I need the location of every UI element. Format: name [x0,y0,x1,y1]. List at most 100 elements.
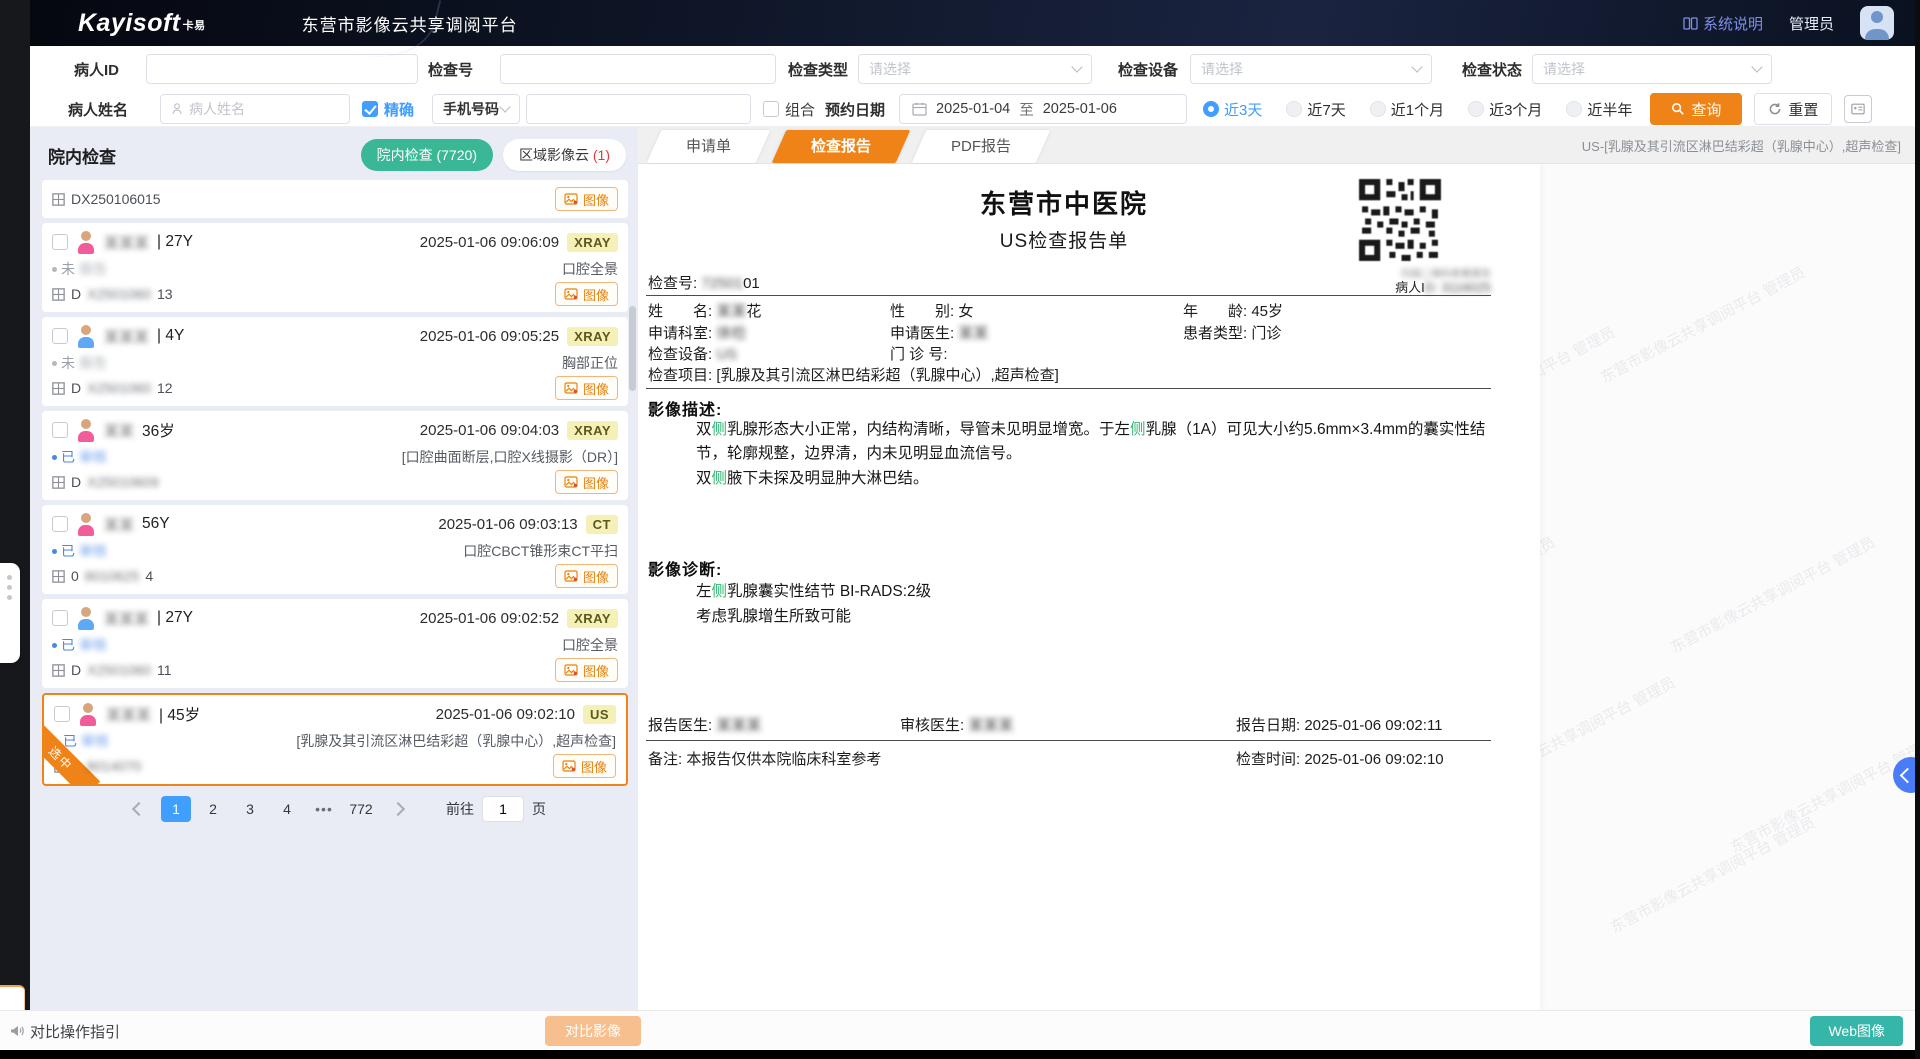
exam-description: [口腔曲面断层,口腔X线摄影（DR）] [117,447,618,467]
quick-range-option-0[interactable]: 近3天 [1203,99,1262,120]
next-page-button[interactable] [383,796,413,822]
prev-page-button[interactable] [124,796,154,822]
grid-icon [52,382,65,395]
top-navbar: Kayisoft卡易 东营市影像云共享调阅平台 系统说明 管理员 [0,0,1920,46]
image-icon [564,664,578,676]
report-tab-0[interactable]: 申请单 [654,130,763,163]
item-checkbox[interactable] [52,516,68,532]
image-button[interactable]: 图像 [555,282,618,306]
exam-id: DX25010609 [52,474,165,490]
page-button-4[interactable]: 4 [272,796,302,822]
image-button[interactable]: 图像 [555,658,618,682]
exam-list-item[interactable]: 某某某 | 27Y 2025-01-06 09:02:52 XRAY 已审核 口… [42,599,628,688]
phone-field-select[interactable]: 手机号码 [432,94,520,124]
system-help-link[interactable]: 系统说明 [1683,13,1763,34]
report-tab-1[interactable]: 检查报告 [779,130,903,163]
exam-list-item[interactable]: 选中 某某某 | 45岁 2025-01-06 09:02:10 US 已审核 … [42,693,628,786]
current-user-name[interactable]: 管理员 [1789,13,1834,34]
goto-label: 前往 [446,799,474,819]
patient-name-blurred: 某某某 [104,608,149,629]
web-image-button[interactable]: Web图像 [1810,1016,1903,1046]
field-doctor: 申请医生: 某某 [890,322,988,343]
date-from-value[interactable]: 2025-01-04 [936,101,1010,117]
page-button-1[interactable]: 1 [161,796,191,822]
report-page: 东营市中医院 US检查报告单 [638,164,1540,1010]
exam-datetime: 2025-01-06 09:04:03 [420,422,559,439]
chevron-left-icon [132,802,146,816]
image-icon [562,760,576,772]
item-checkbox[interactable] [52,610,68,626]
exact-match-checkbox[interactable] [362,101,378,117]
person-icon [171,103,183,115]
image-button[interactable]: 图像 [555,376,618,400]
reset-button[interactable]: 重置 [1754,93,1832,125]
device-select[interactable]: 请选择 [1190,54,1432,84]
compare-drawer-handle[interactable] [0,563,20,663]
image-button[interactable]: 图像 [555,564,618,588]
tab-regional-cloud[interactable]: 区域影像云 (1) [503,139,626,171]
exam-type-select[interactable]: 请选择 [858,54,1092,84]
search-icon [1671,102,1685,116]
quick-range-option-3[interactable]: 近3个月 [1468,99,1542,120]
patient-name-input[interactable]: 病人姓名 [160,94,350,124]
radio-icon [1203,101,1219,117]
item-checkbox[interactable] [52,234,68,250]
grid-icon [52,664,65,677]
page-button-3[interactable]: 3 [235,796,265,822]
exam-datetime: 2025-01-06 09:06:09 [420,234,559,251]
image-button[interactable]: 图像 [555,187,618,211]
quick-range-option-2[interactable]: 近1个月 [1370,99,1444,120]
chevron-down-icon [1751,61,1762,72]
watermark-text: 东营市影像云共享调阅平台 管理员 [1596,261,1808,387]
exam-no-input[interactable] [500,54,776,84]
chevron-down-icon [1411,61,1422,72]
layout-toggle-button[interactable] [1844,95,1872,123]
watermark-text: 东营市影像云共享调阅平台 管理员 [1666,531,1878,657]
report-status: 未报告 [52,259,107,279]
imaging-diagnosis-title: 影像诊断: [648,556,722,580]
search-filter-bar: 病人ID 检查号 检查类型 请选择 检查设备 请选择 检查状态 请选择 病人姓名… [30,46,1915,127]
exam-description: 口腔全景 [117,635,618,655]
report-panel: 申请单检查报告PDF报告 US-[乳腺及其引流区淋巴结彩超（乳腺中心）,超声检查… [638,126,1915,1010]
combo-label: 组合 [785,99,815,120]
report-note: 备注: 本报告仅供本院临床科室参考 [648,748,881,769]
quick-range-option-4[interactable]: 近半年 [1566,99,1632,120]
page-goto-input[interactable] [482,796,524,822]
exam-list-item[interactable]: 某某某 | 27Y 2025-01-06 09:06:09 XRAY 未报告 口… [42,223,628,312]
date-to-value[interactable]: 2025-01-06 [1043,101,1117,117]
exam-list-item[interactable]: 某某某 | 4Y 2025-01-06 09:05:25 XRAY 未报告 胸部… [42,317,628,406]
compare-guide-link[interactable]: 对比操作指引 [10,1021,120,1042]
image-button[interactable]: 图像 [553,754,616,778]
page-button-2[interactable]: 2 [198,796,228,822]
modality-badge: US [583,705,616,724]
reset-icon [1768,102,1782,116]
user-avatar[interactable] [1860,6,1894,40]
exam-list-item[interactable]: 某某 36岁 2025-01-06 09:04:03 XRAY 已审核 [口腔曲… [42,411,628,500]
phone-number-input[interactable] [526,94,751,124]
item-checkbox[interactable] [52,422,68,438]
patient-id-input[interactable] [146,54,418,84]
item-checkbox[interactable] [54,706,70,722]
quick-range-option-1[interactable]: 近7天 [1286,99,1345,120]
exam-datetime: 2025-01-06 09:05:25 [420,328,559,345]
item-checkbox[interactable] [52,328,68,344]
tab-internal-exams[interactable]: 院内检查 (7720) [361,139,493,171]
exam-status-select[interactable]: 请选择 [1532,54,1772,84]
chevron-right-icon [391,802,405,816]
report-status: 已审核 [52,447,107,467]
date-range-picker[interactable]: 2025-01-04 至 2025-01-06 [899,94,1187,124]
page-button-moremoremore[interactable]: ••• [309,796,339,822]
report-paragraph: 考虑乳腺增生所致可能 [696,605,1496,629]
report-status: 已审核 [52,635,107,655]
report-tab-2[interactable]: PDF报告 [919,130,1043,163]
image-button[interactable]: 图像 [555,470,618,494]
page-button-772[interactable]: 772 [346,796,376,822]
combo-checkbox[interactable] [763,101,779,117]
book-icon [1683,17,1698,30]
exam-list-item-partial[interactable]: DX250106015 图像 [42,180,628,218]
list-scrollbar[interactable] [629,306,636,391]
exam-list-item[interactable]: 某某 56Y 2025-01-06 09:03:13 CT 已审核 口腔CBCT… [42,505,628,594]
compare-images-button[interactable]: 对比影像 [545,1016,641,1046]
exam-datetime: 2025-01-06 09:02:10 [436,706,575,723]
search-button[interactable]: 查询 [1650,93,1742,125]
